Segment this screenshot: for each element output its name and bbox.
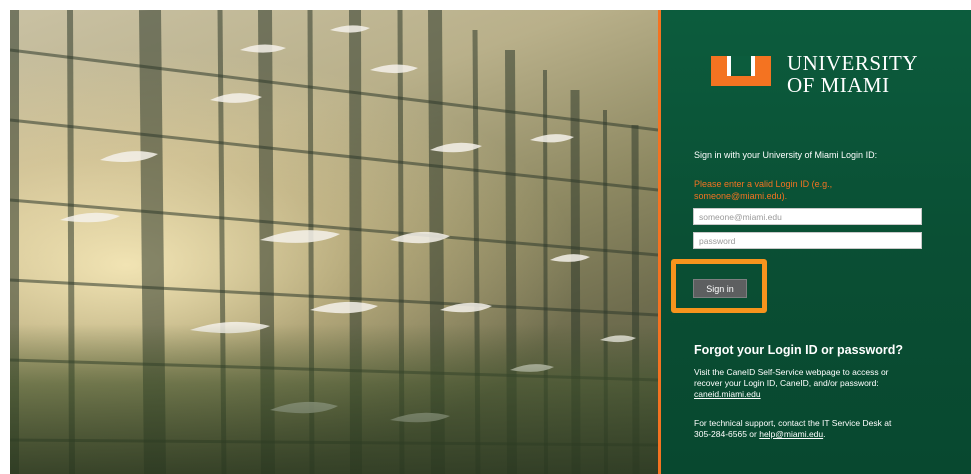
u-logo-icon [711, 56, 771, 86]
caneid-link[interactable]: caneid.miami.edu [694, 389, 761, 399]
forgot-heading: Forgot your Login ID or password? [694, 343, 904, 357]
logo-line2: OF MIAMI [787, 73, 890, 97]
signin-button[interactable]: Sign in [693, 279, 747, 298]
error-line2: someone@miami.edu). [694, 191, 788, 201]
username-input[interactable] [693, 208, 922, 225]
support-text: For technical support, contact the IT Se… [694, 418, 930, 440]
validation-error: Please enter a valid Login ID (e.g., som… [694, 178, 924, 202]
help-email-link[interactable]: help@miami.edu [759, 429, 823, 439]
support-suffix: . [823, 429, 826, 439]
logo-line1: UNIVERSITY [787, 51, 918, 75]
password-input[interactable] [693, 232, 922, 249]
university-logo: UNIVERSITY OF MIAMI [709, 52, 919, 96]
selfservice-line1: Visit the CaneID Self-Service webpage to… [694, 367, 889, 377]
support-phone: 305-284-6565 or [694, 429, 760, 439]
background-photo [10, 10, 658, 474]
error-line1: Please enter a valid Login ID (e.g., [694, 179, 833, 189]
selfservice-line2: recover your Login ID, CaneID, and/or pa… [694, 378, 879, 388]
login-panel: UNIVERSITY OF MIAMI Sign in with your Un… [661, 10, 971, 474]
support-line1: For technical support, contact the IT Se… [694, 418, 892, 428]
university-name: UNIVERSITY OF MIAMI [787, 52, 918, 96]
selfservice-text: Visit the CaneID Self-Service webpage to… [694, 367, 930, 400]
signin-instructions: Sign in with your University of Miami Lo… [694, 150, 878, 160]
login-page: UNIVERSITY OF MIAMI Sign in with your Un… [0, 0, 971, 474]
